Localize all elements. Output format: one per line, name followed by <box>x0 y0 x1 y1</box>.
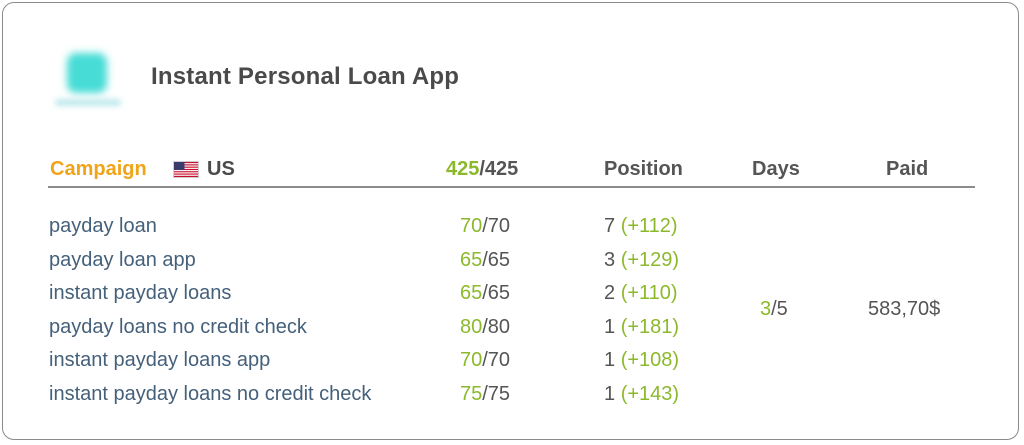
keyword-position: 2 (+110) <box>604 277 678 311</box>
position-change: (+181) <box>620 315 680 338</box>
position-change: (+110) <box>620 282 678 305</box>
position-value: 1 <box>604 315 616 338</box>
header-divider <box>48 186 975 188</box>
keyword-score-max: /70 <box>482 349 511 372</box>
keyword-text: payday loans no credit check <box>49 315 307 338</box>
keyword-score-max: /65 <box>482 282 511 305</box>
position-value: 3 <box>604 248 616 271</box>
us-flag-icon <box>173 161 199 178</box>
keyword-score-max: /80 <box>482 315 511 338</box>
keyword-position: 1 (+181) <box>604 311 679 345</box>
keyword-score: 65/65 <box>460 277 510 311</box>
keyword-score: 80/80 <box>460 311 510 345</box>
keyword-position: 7 (+112) <box>604 210 678 244</box>
position-change: (+129) <box>620 248 680 271</box>
position-change: (+143) <box>620 382 680 405</box>
keyword-position: 3 (+129) <box>604 244 679 278</box>
keyword-row: payday loans no credit check 80/80 1 (+1… <box>48 311 748 345</box>
total-score-done: 425 <box>446 158 480 180</box>
keyword-score: 65/65 <box>460 244 510 278</box>
total-score-max: /425 <box>479 158 519 180</box>
app-icon-caption <box>55 99 121 106</box>
total-score: 425/425 <box>446 158 518 181</box>
keyword-text: instant payday loans app <box>49 349 271 372</box>
keyword-list: payday loan 70/70 7 (+112) payday loan a… <box>48 210 748 412</box>
keyword-text: instant payday loans <box>49 282 232 305</box>
keyword-score-max: /75 <box>482 382 511 405</box>
paid-column-header: Paid <box>886 158 929 180</box>
app-title: Instant Personal Loan App <box>151 63 460 90</box>
days-done: 3 <box>760 298 772 320</box>
keyword-row: payday loan app 65/65 3 (+129) <box>48 244 748 278</box>
days-progress: 3/5 <box>760 298 788 321</box>
keyword-score-max: /70 <box>482 215 511 237</box>
keyword-score: 70/70 <box>460 210 510 244</box>
keyword-text: instant payday loans no credit check <box>49 382 372 405</box>
position-column-header: Position <box>604 158 683 180</box>
app-icon-tile <box>67 53 107 93</box>
keyword-score-max: /65 <box>482 248 511 271</box>
keyword-score-done: 65 <box>460 282 483 305</box>
keyword-score: 75/75 <box>460 378 510 412</box>
keyword-score: 70/70 <box>460 344 510 378</box>
paid-amount: 583,70$ <box>868 298 941 320</box>
keyword-score-done: 70 <box>460 215 483 237</box>
keyword-text: payday loan <box>49 215 157 237</box>
keyword-row: instant payday loans no credit check 75/… <box>48 378 748 412</box>
table-header: Campaign US 425/425 Position Days Paid <box>48 156 975 188</box>
position-change: (+108) <box>620 349 680 372</box>
campaign-label: Campaign <box>50 158 147 180</box>
keyword-row: instant payday loans 65/65 2 (+110) <box>48 277 748 311</box>
position-value: 2 <box>604 282 616 305</box>
app-icon <box>51 47 125 113</box>
keyword-score-done: 70 <box>460 349 483 372</box>
days-column-header: Days <box>752 158 800 180</box>
position-value: 1 <box>604 382 616 405</box>
keyword-text: payday loan app <box>49 248 196 271</box>
days-total: /5 <box>771 298 788 320</box>
keyword-row: payday loan 70/70 7 (+112) <box>48 210 748 244</box>
keyword-row: instant payday loans app 70/70 1 (+108) <box>48 344 748 378</box>
keyword-score-done: 75 <box>460 382 483 405</box>
keyword-score-done: 65 <box>460 248 483 271</box>
keyword-position: 1 (+143) <box>604 378 679 412</box>
keyword-position: 1 (+108) <box>604 344 679 378</box>
keyword-score-done: 80 <box>460 315 483 338</box>
position-value: 1 <box>604 349 616 372</box>
country-code: US <box>207 158 235 180</box>
position-value: 7 <box>604 215 616 237</box>
position-change: (+112) <box>620 215 678 237</box>
